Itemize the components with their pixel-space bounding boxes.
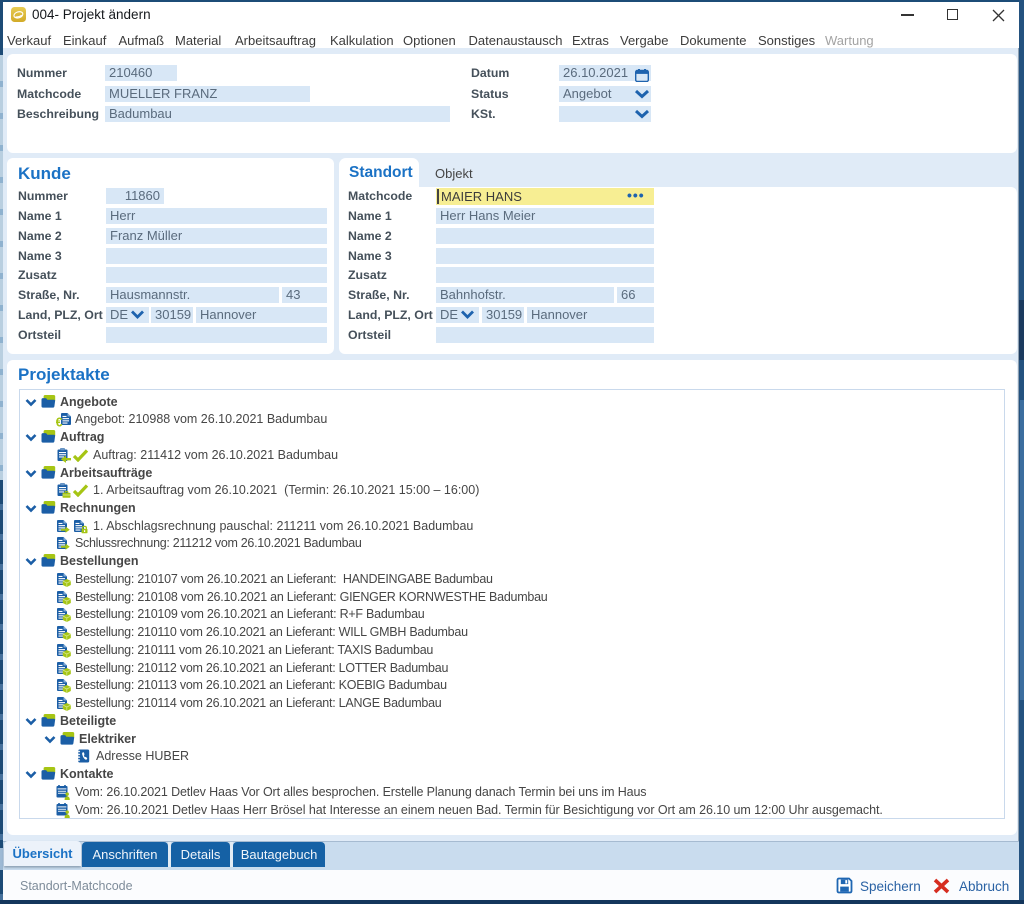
svg-text:€: € xyxy=(56,415,63,427)
